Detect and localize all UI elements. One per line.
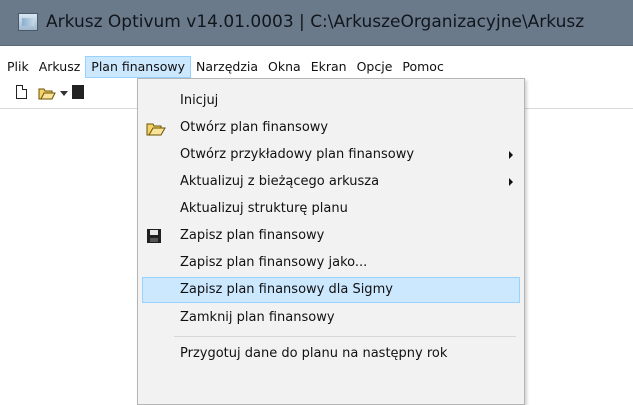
menu-item-label: Zamknij plan finansowy [180,310,335,325]
menu-opcje[interactable]: Opcje [352,56,398,78]
title-bar: Arkusz Optivum v14.01.0003 | C:\ArkuszeO… [0,0,633,46]
menu-okna[interactable]: Okna [263,56,306,78]
save-disk-icon [146,228,162,248]
menu-separator [174,336,516,337]
menu-item-label: Inicjuj [180,93,219,108]
save-disk-icon[interactable] [72,85,84,99]
menu-item-aktualizuj-strukture[interactable]: Aktualizuj strukturę planu [142,196,520,222]
menu-plik[interactable]: Plik [2,56,34,78]
dropdown-arrow-icon[interactable] [60,91,68,96]
menu-pomoc[interactable]: Pomoc [397,56,448,78]
menu-plan-finansowy[interactable]: Plan finansowy [85,56,192,78]
new-document-icon[interactable] [16,85,27,99]
app-icon [18,13,38,31]
menu-item-label: Zapisz plan finansowy dla Sigmy [180,282,393,297]
plan-finansowy-dropdown: Inicjuj Otwórz plan finansowy Otwórz prz… [137,78,525,405]
menu-item-zapisz[interactable]: Zapisz plan finansowy [142,223,520,249]
menu-item-label: Aktualizuj strukturę planu [180,201,348,216]
menu-ekran[interactable]: Ekran [306,56,352,78]
menu-item-zamknij[interactable]: Zamknij plan finansowy [142,305,520,331]
menu-item-label: Aktualizuj z bieżącego arkusza [180,174,380,189]
window-title: Arkusz Optivum v14.01.0003 | C:\ArkuszeO… [46,12,585,32]
menu-item-label: Otwórz przykładowy plan finansowy [180,147,415,162]
menu-item-label: Otwórz plan finansowy [180,120,329,135]
menu-item-otworz-plan[interactable]: Otwórz plan finansowy [142,115,520,141]
submenu-arrow-icon [509,151,513,159]
menu-narzedzia[interactable]: Narzędzia [191,56,263,78]
open-folder-icon [146,120,166,140]
menu-item-zapisz-dla-sigmy[interactable]: Zapisz plan finansowy dla Sigmy [142,277,520,303]
menu-item-label: Przygotuj dane do planu na następny rok [180,346,448,361]
menu-item-label: Zapisz plan finansowy jako... [180,255,368,270]
menu-item-zapisz-jako[interactable]: Zapisz plan finansowy jako... [142,250,520,276]
menu-item-inicjuj[interactable]: Inicjuj [142,88,520,114]
menu-bar: Plik Arkusz Plan finansowy Narzędzia Okn… [0,56,633,78]
submenu-arrow-icon [509,178,513,186]
menu-item-aktualizuj-z-arkusza[interactable]: Aktualizuj z bieżącego arkusza [142,169,520,195]
open-folder-icon[interactable] [38,85,56,100]
menu-arkusz[interactable]: Arkusz [34,56,86,78]
menu-item-otworz-przykladowy[interactable]: Otwórz przykładowy plan finansowy [142,142,520,168]
menu-item-label: Zapisz plan finansowy [180,228,325,243]
menu-item-przygotuj-dane[interactable]: Przygotuj dane do planu na następny rok [142,341,520,367]
